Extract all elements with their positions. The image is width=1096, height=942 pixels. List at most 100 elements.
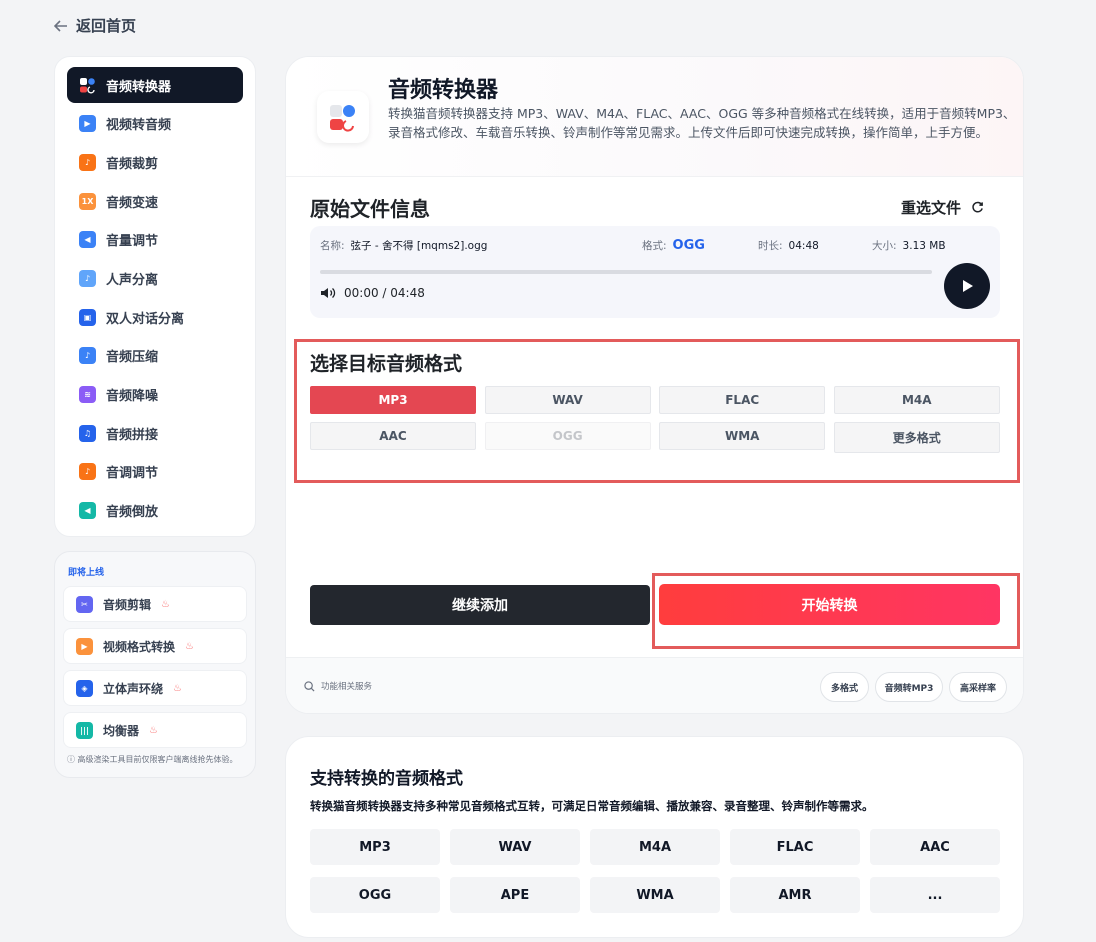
fire-icon: ♨: [161, 598, 170, 610]
back-home-label: 返回首页: [76, 17, 137, 35]
format-option-aac[interactable]: AAC: [310, 422, 476, 450]
coming-soon-item-surround[interactable]: ◈ 立体声环绕 ♨: [63, 670, 247, 706]
format-option-wma[interactable]: WMA: [659, 422, 826, 450]
format-option-ogg: OGG: [484, 422, 651, 450]
pitch-icon: ♪: [79, 463, 96, 481]
audio-merge-icon: ♫: [79, 424, 96, 442]
sidebar-item-label: 音频降噪: [106, 389, 159, 404]
sidebar-item-label: 音调调节: [106, 466, 159, 482]
fire-icon: ♨: [185, 640, 194, 652]
audio-trim-icon: ♪: [79, 153, 96, 171]
page-title: 音频转换器: [388, 78, 499, 103]
file-duration: 时长: 04:48: [758, 240, 819, 252]
sidebar-item-vocal-separation[interactable]: ♪ 人声分离: [67, 260, 243, 296]
app-logo-icon: [317, 91, 369, 143]
file-info-panel: 名称: 弦子 - 舍不得 [mqms2].ogg 格式: OGG 时长: 04:…: [310, 226, 1000, 318]
coming-soon-item-video-format[interactable]: ▶ 视频格式转换 ♨: [63, 628, 247, 664]
supported-format: WAV: [450, 829, 580, 865]
speed-icon: 1X: [79, 192, 96, 210]
sidebar-item-audio-compress[interactable]: ♪ 音频压缩: [67, 338, 243, 374]
sidebar-item-label: 音频裁剪: [106, 156, 159, 172]
coming-soon-item-audio-edit[interactable]: ✂ 音频剪辑 ♨: [63, 586, 247, 622]
supported-format: WMA: [590, 877, 720, 913]
coming-soon-label: 音频剪辑: [103, 597, 152, 612]
dialog-separation-icon: ▣: [79, 308, 96, 326]
supported-format: FLAC: [730, 829, 860, 865]
tag-audio-to-mp3[interactable]: 音频转MP3: [875, 672, 943, 702]
format-option-m4a[interactable]: M4A: [833, 386, 1000, 414]
sidebar-item-dialog-separation[interactable]: ▣ 双人对话分离: [67, 299, 243, 335]
audio-progress-bar[interactable]: [320, 270, 932, 274]
format-option-wav[interactable]: WAV: [484, 386, 651, 414]
play-icon: [963, 280, 973, 292]
coming-soon-title: 即将上线: [68, 568, 105, 578]
format-section-title: 选择目标音频格式: [310, 353, 463, 375]
sidebar: 音频转换器 ▶ 视频转音频 ♪ 音频裁剪 1X 音频变速 ◀ 音量调节 ♪ 人声…: [54, 56, 256, 537]
file-format: 格式: OGG: [642, 238, 705, 253]
supported-format: AAC: [870, 829, 1000, 865]
start-convert-button[interactable]: 开始转换: [659, 584, 1000, 625]
sidebar-item-label: 音频压缩: [106, 350, 159, 366]
sidebar-item-label: 人声分离: [106, 272, 159, 288]
supported-formats-card: 支持转换的音频格式 转换猫音频转换器支持多种常见音频格式互转，可满足日常音频编辑…: [285, 736, 1024, 938]
related-search[interactable]: 功能相关服务: [304, 680, 372, 692]
sidebar-item-pitch[interactable]: ♪ 音调调节: [67, 454, 243, 490]
related-services-bar: 功能相关服务 多格式 音频转MP3 高采样率: [286, 657, 1023, 713]
supported-format-grid: MP3 WAV M4A FLAC AAC OGG APE WMA AMR ...: [310, 829, 1000, 913]
audio-reverse-icon: ◀: [79, 502, 96, 520]
coming-soon-label: 立体声环绕: [103, 681, 164, 696]
vocal-separation-icon: ♪: [79, 269, 96, 287]
sidebar-item-audio-speed[interactable]: 1X 音频变速: [67, 183, 243, 219]
file-size: 大小: 3.13 MB: [872, 240, 946, 252]
sidebar-item-label: 音频拼接: [106, 427, 159, 443]
video-format-icon: ▶: [76, 637, 93, 655]
file-info-title: 原始文件信息: [310, 197, 430, 221]
volume-icon[interactable]: [320, 286, 336, 300]
play-button[interactable]: [944, 263, 990, 309]
tag-high-sample-rate[interactable]: 高采样率: [949, 672, 1007, 702]
coming-soon-panel: 即将上线 ✂ 音频剪辑 ♨ ▶ 视频格式转换 ♨ ◈ 立体声环绕 ♨ ||| 均…: [54, 551, 256, 778]
supported-format: ...: [870, 877, 1000, 913]
time-display: 00:00 / 04:48: [344, 286, 425, 300]
info-icon: ⓘ: [67, 755, 75, 764]
continue-add-button[interactable]: 继续添加: [310, 585, 650, 625]
sidebar-item-volume[interactable]: ◀ 音量调节: [67, 222, 243, 258]
sidebar-item-label: 音频倒放: [106, 505, 159, 521]
audio-time: 00:00 / 04:48: [320, 286, 425, 300]
supported-description: 转换猫音频转换器支持多种常见音频格式互转，可满足日常音频编辑、播放兼容、录音整理…: [310, 799, 874, 813]
coming-soon-label: 均衡器: [103, 723, 140, 738]
noise-reduction-icon: ≋: [79, 386, 96, 403]
sidebar-item-audio-converter[interactable]: 音频转换器: [67, 67, 243, 103]
supported-format: OGG: [310, 877, 440, 913]
converter-card: 音频转换器 转换猫音频转换器支持 MP3、WAV、M4A、FLAC、AAC、OG…: [285, 56, 1024, 714]
sidebar-item-noise-reduction[interactable]: ≋ 音频降噪: [67, 377, 243, 413]
tool-header: 音频转换器 转换猫音频转换器支持 MP3、WAV、M4A、FLAC、AAC、OG…: [286, 57, 1023, 177]
supported-format: MP3: [310, 829, 440, 865]
sidebar-item-audio-reverse[interactable]: ◀ 音频倒放: [67, 493, 243, 529]
sidebar-item-label: 双人对话分离: [106, 311, 185, 327]
scissors-icon: ✂: [76, 595, 93, 613]
sidebar-item-audio-trim[interactable]: ♪ 音频裁剪: [67, 144, 243, 180]
tag-multi-format[interactable]: 多格式: [820, 672, 869, 702]
supported-format: AMR: [730, 877, 860, 913]
sidebar-item-label: 音频转换器: [106, 79, 172, 95]
back-home-link[interactable]: 返回首页: [54, 15, 136, 36]
sidebar-item-label: 音量调节: [106, 234, 159, 250]
reselect-file-button[interactable]: 重选文件: [901, 197, 984, 218]
audio-converter-icon: [79, 77, 96, 94]
supported-title: 支持转换的音频格式: [310, 769, 463, 789]
volume-icon: ◀: [79, 231, 96, 249]
format-option-flac[interactable]: FLAC: [659, 386, 826, 414]
audio-compress-icon: ♪: [79, 347, 96, 365]
coming-soon-item-equalizer[interactable]: ||| 均衡器 ♨: [63, 712, 247, 748]
search-placeholder: 功能相关服务: [321, 682, 373, 692]
arrow-left-icon: [54, 19, 67, 32]
coming-soon-label: 视频格式转换: [103, 639, 176, 654]
format-option-mp3[interactable]: MP3: [310, 386, 476, 414]
refresh-icon: [972, 201, 983, 213]
cube-icon: ◈: [76, 679, 93, 697]
sidebar-item-audio-merge[interactable]: ♫ 音频拼接: [67, 415, 243, 451]
sidebar-item-video-to-audio[interactable]: ▶ 视频转音频: [67, 106, 243, 142]
sidebar-item-label: 视频转音频: [106, 118, 172, 134]
format-option-more[interactable]: 更多格式: [833, 422, 1000, 453]
